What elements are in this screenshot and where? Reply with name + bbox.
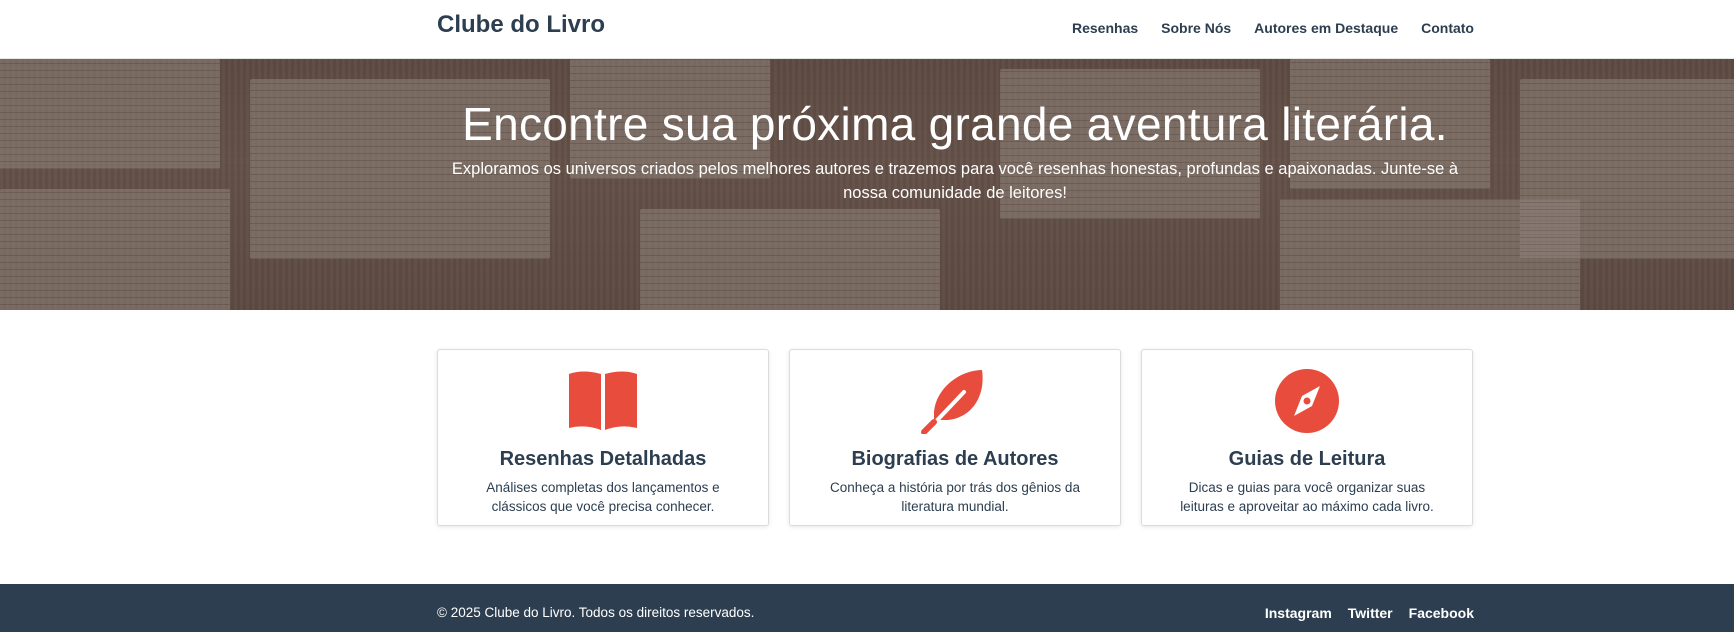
feature-card-resenhas: Resenhas Detalhadas Análises completas d… [437, 349, 769, 526]
features-section: Resenhas Detalhadas Análises completas d… [437, 349, 1473, 526]
feature-card-guias: Guias de Leitura Dicas e guias para você… [1141, 349, 1473, 526]
footer-link-facebook[interactable]: Facebook [1409, 605, 1474, 621]
feature-title: Guias de Leitura [1228, 448, 1386, 470]
open-book-icon [569, 371, 637, 430]
top-navbar: Clube do Livro Resenhas Sobre Nós Autore… [0, 0, 1734, 59]
site-footer: © 2025 Clube do Livro. Todos os direitos… [0, 584, 1734, 632]
hero-content: Encontre sua próxima grande aventura lit… [437, 59, 1473, 205]
nav-link-contato[interactable]: Contato [1421, 20, 1474, 36]
feature-card-biografias: Biografias de Autores Conheça a história… [789, 349, 1121, 526]
footer-social-links: Instagram Twitter Facebook [1265, 605, 1474, 621]
nav-link-autores[interactable]: Autores em Destaque [1254, 20, 1398, 36]
feature-description: Conheça a história por trás dos gênios d… [830, 480, 1080, 514]
main-nav: Resenhas Sobre Nós Autores em Destaque C… [1072, 20, 1474, 36]
feather-icon [921, 370, 983, 434]
site-logo[interactable]: Clube do Livro [437, 11, 605, 39]
hero-title: Encontre sua próxima grande aventura lit… [462, 98, 1448, 150]
feature-description: Dicas e guias para você organizar suas l… [1180, 480, 1434, 514]
hero-subtitle: Exploramos os universos criados pelos me… [451, 160, 1459, 202]
nav-link-resenhas[interactable]: Resenhas [1072, 20, 1138, 36]
feature-title: Biografias de Autores [851, 448, 1059, 470]
hero-banner: Encontre sua próxima grande aventura lit… [0, 59, 1734, 310]
feature-title: Resenhas Detalhadas [499, 448, 707, 470]
footer-link-instagram[interactable]: Instagram [1265, 605, 1332, 621]
nav-link-sobre-nos[interactable]: Sobre Nós [1161, 20, 1231, 36]
footer-copyright: © 2025 Clube do Livro. Todos os direitos… [437, 605, 755, 620]
compass-icon [1275, 369, 1339, 433]
footer-link-twitter[interactable]: Twitter [1348, 605, 1393, 621]
feature-description: Análises completas dos lançamentos e clá… [486, 480, 720, 514]
